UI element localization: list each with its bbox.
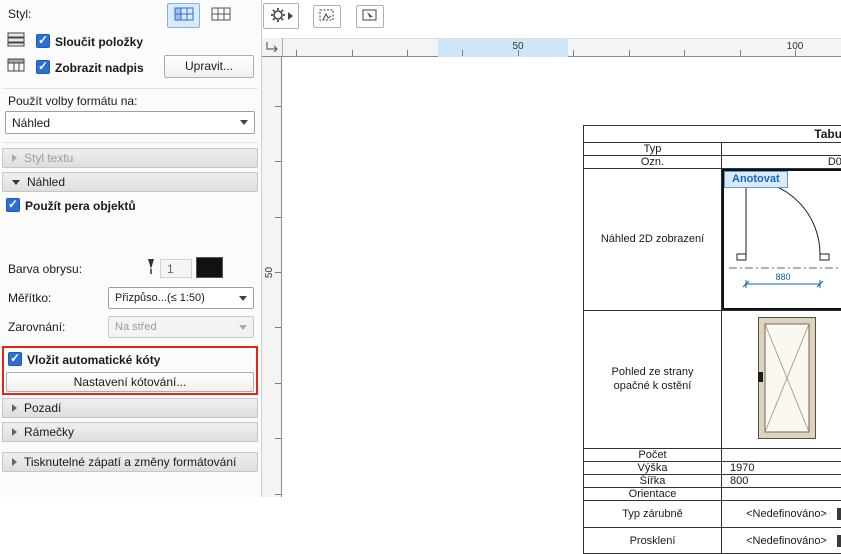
row-label-glazing[interactable]: Prosklení	[584, 528, 722, 554]
divider	[2, 88, 258, 89]
row-label-count[interactable]: Počet	[584, 449, 722, 462]
row-label-width[interactable]: Šířka	[584, 475, 722, 488]
selection-rectangle-icon	[318, 8, 336, 26]
row-label-side-view[interactable]: Pohled ze strany opačné k ostění	[584, 311, 722, 449]
pen-color-swatch[interactable]	[196, 257, 223, 278]
row-label-height[interactable]: Výška	[584, 462, 722, 475]
scale-dropdown[interactable]: Přizpůso...(≤ 1:50)	[108, 287, 254, 309]
section-background[interactable]: Pozadí	[2, 398, 258, 418]
header-type[interactable]: Typ	[584, 143, 722, 156]
alignment-dropdown: Na střed	[108, 316, 254, 338]
auto-dimensions-checkbox[interactable]	[8, 352, 22, 366]
row-label-preview-2d[interactable]: Náhled 2D zobrazení	[584, 169, 722, 311]
cell-orientation-d01[interactable]: L	[722, 488, 841, 501]
ruler-mark-v50: 50	[264, 267, 275, 278]
format-sidebar: Styl: Sloučit položky Zobrazit nadpis Up…	[0, 0, 262, 497]
chevron-right-icon	[12, 404, 17, 412]
pen-icon	[144, 258, 158, 279]
section-preview[interactable]: Náhled	[2, 172, 258, 192]
select-region-button[interactable]	[313, 5, 341, 28]
preview-cell-d01[interactable]: Anotovat 880	[722, 169, 841, 311]
row-label-frame-type[interactable]: Typ zárubně	[584, 501, 722, 528]
elevation-cell-d01[interactable]	[722, 311, 841, 449]
chevron-right-icon	[288, 12, 293, 20]
style-grid-view-button[interactable]	[167, 3, 200, 28]
divider	[2, 142, 258, 143]
style-table-view-button[interactable]	[204, 3, 237, 28]
popup-selector-button[interactable]	[837, 508, 841, 520]
grid-view-icon	[174, 7, 194, 24]
cell-height-d01[interactable]: 1970	[722, 462, 841, 475]
section-text-style-label: Styl textu	[24, 151, 73, 165]
chevron-down-icon	[239, 325, 247, 330]
dimension-settings-button[interactable]: Nastavení kótování...	[6, 372, 254, 392]
ruler-mark-50: 50	[506, 41, 530, 52]
format-target-value: Náhled	[12, 116, 50, 130]
chevron-right-icon	[12, 154, 17, 162]
dimension-d01: 880	[775, 272, 790, 282]
section-footer[interactable]: Tisknutelné zápatí a změny formátování	[2, 452, 258, 472]
settings-menu-button[interactable]	[263, 3, 299, 29]
table-view-icon	[211, 7, 231, 24]
undefined-value: <Nedefinováno>	[746, 535, 827, 547]
section-borders[interactable]: Rámečky	[2, 422, 258, 442]
arrow-cursor-icon	[361, 8, 379, 26]
section-preview-label: Náhled	[27, 175, 65, 189]
origin-arrow-icon	[265, 40, 279, 55]
format-target-dropdown[interactable]: Náhled	[5, 111, 255, 134]
chevron-right-icon	[12, 458, 17, 466]
door-plan-d01: 880	[725, 170, 841, 309]
section-footer-label: Tisknutelné zápatí a změny formátování	[24, 455, 236, 469]
scale-label: Měřítko:	[8, 291, 51, 305]
row-label-orientation[interactable]: Orientace	[584, 488, 722, 501]
section-text-style[interactable]: Styl textu	[2, 148, 258, 168]
chevron-down-icon	[12, 180, 20, 185]
show-title-label[interactable]: Zobrazit nadpis	[55, 61, 144, 75]
row-label-ozn[interactable]: Ozn.	[584, 156, 722, 169]
alignment-value: Na střed	[115, 321, 157, 333]
section-borders-label: Rámečky	[24, 425, 74, 439]
cell-frame-type-d01[interactable]: <Nedefinováno>	[722, 501, 841, 528]
use-object-pens-label[interactable]: Použít pera objektů	[25, 199, 136, 213]
section-background-label: Pozadí	[24, 401, 61, 415]
pen-number-field[interactable]: 1	[160, 259, 192, 278]
use-object-pens-checkbox[interactable]	[6, 198, 20, 212]
table-title[interactable]: Tabulka dveří	[584, 126, 841, 143]
merge-items-label[interactable]: Sloučit položky	[55, 35, 143, 49]
auto-dimensions-label[interactable]: Vložit automatické kóty	[27, 353, 160, 367]
ruler-mark-100: 100	[783, 41, 807, 52]
gear-icon	[270, 7, 286, 26]
vertical-ruler: 50	[262, 57, 282, 497]
show-title-icon	[6, 57, 26, 76]
chevron-right-icon	[12, 428, 17, 436]
selected-column-highlight	[438, 39, 568, 57]
cell-width-d01[interactable]: 800	[722, 475, 841, 488]
format-target-label: Použít volby formátu na:	[8, 94, 137, 108]
merge-items-checkbox[interactable]	[36, 34, 50, 48]
undefined-value: <Nedefinováno>	[746, 508, 827, 520]
popup-selector-button[interactable]	[837, 535, 841, 547]
annotate-button[interactable]: Anotovat	[724, 171, 788, 188]
outline-color-label: Barva obrysu:	[8, 262, 82, 276]
show-title-checkbox[interactable]	[36, 60, 50, 74]
chevron-down-icon	[239, 296, 247, 301]
ruler-origin-button[interactable]	[262, 38, 283, 57]
alignment-label: Zarovnání:	[8, 320, 65, 334]
cell-glazing-d01[interactable]: <Nedefinováno>	[722, 528, 841, 554]
cell-count-d01[interactable]: 1	[722, 449, 841, 462]
style-label: Styl:	[8, 7, 31, 21]
scale-value: Přizpůso...(≤ 1:50)	[115, 292, 205, 304]
door-elevation-d01	[757, 316, 817, 443]
chevron-down-icon	[240, 120, 248, 125]
door-schedule-table: Tabulka dveří Typ Dveře Ozn. D01 D02 D03…	[583, 125, 841, 554]
edit-title-button[interactable]: Upravit...	[164, 55, 254, 78]
header-doors[interactable]: Dveře	[722, 143, 841, 156]
column-id-d01[interactable]: D01	[722, 156, 841, 169]
format-options-button[interactable]	[356, 5, 384, 28]
merge-items-icon	[6, 31, 26, 50]
horizontal-ruler: 50 100	[262, 38, 841, 57]
drawing-canvas[interactable]: Tabulka dveří Typ Dveře Ozn. D01 D02 D03…	[283, 57, 841, 497]
